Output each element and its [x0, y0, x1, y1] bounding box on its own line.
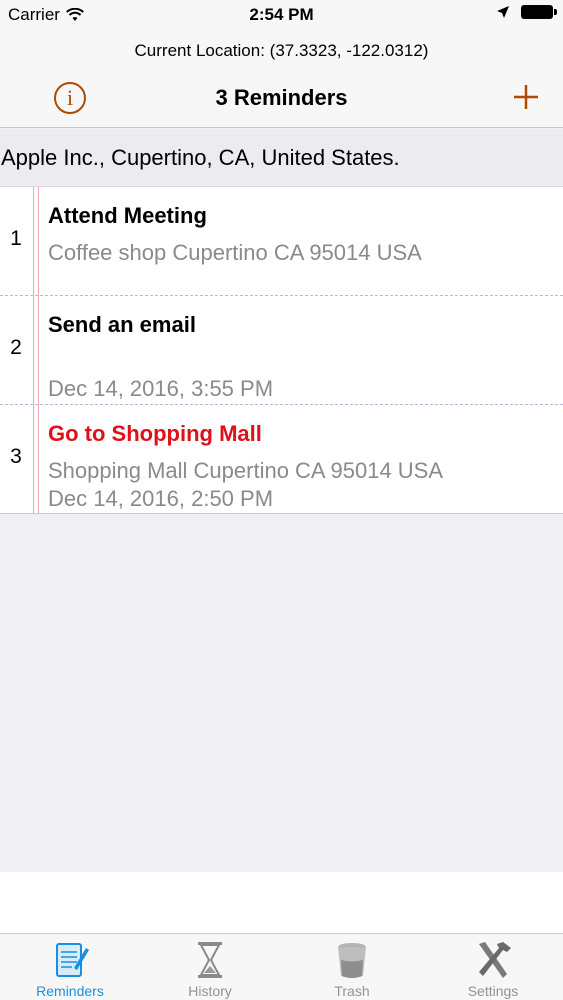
reminder-date: Dec 14, 2016, 2:50 PM: [48, 486, 274, 511]
tab-settings[interactable]: Settings: [423, 934, 563, 1000]
current-location-label: Current Location: (37.3323, -122.0312): [134, 41, 429, 60]
tab-bar: Reminders History Trash Settings: [0, 933, 563, 1000]
address-header: Apple Inc., Cupertino, CA, United States…: [0, 129, 563, 187]
wrench-hammer-icon: [479, 942, 511, 978]
trash-can-icon: [338, 943, 366, 978]
tab-trash[interactable]: Trash: [282, 934, 422, 1000]
add-reminder-button[interactable]: [510, 79, 542, 115]
reminder-date: Dec 14, 2016, 3:55 PM: [48, 376, 274, 401]
status-right: [497, 5, 557, 19]
location-arrow-icon: [497, 6, 509, 18]
reminder-title: Go to Shopping Mall: [48, 421, 262, 446]
notepad-pencil-icon: [56, 943, 89, 977]
reminder-number: 2: [10, 336, 22, 359]
reminder-location: Coffee shop Cupertino CA 95014 USA: [48, 240, 422, 265]
reminder-row[interactable]: 1 Attend Meeting Coffee shop Cupertino C…: [0, 187, 563, 296]
tab-label: Trash: [334, 983, 370, 999]
tab-label: Settings: [467, 983, 519, 999]
navigation-bar: Current Location: (37.3323, -122.0312) i…: [0, 30, 563, 128]
status-bar: Carrier 2:54 PM: [0, 0, 563, 30]
reminder-list: 1 Attend Meeting Coffee shop Cupertino C…: [0, 187, 563, 514]
tab-label: Reminders: [36, 983, 104, 999]
plus-icon: [514, 85, 538, 109]
reminder-row[interactable]: 2 Send an email Dec 14, 2016, 3:55 PM: [0, 296, 563, 405]
tab-history[interactable]: History: [140, 934, 280, 1000]
hourglass-icon: [198, 942, 222, 978]
content-footer: [0, 872, 563, 934]
reminder-number: 3: [10, 445, 22, 468]
battery-icon: [521, 5, 557, 19]
page-title: 3 Reminders: [215, 85, 348, 110]
clock: 2:54 PM: [249, 5, 314, 24]
reminder-title: Send an email: [48, 312, 196, 337]
tab-reminders[interactable]: Reminders: [0, 934, 140, 1000]
reminder-row[interactable]: 3 Go to Shopping Mall Shopping Mall Cupe…: [0, 405, 563, 514]
tab-label: History: [188, 983, 232, 999]
reminder-number: 1: [10, 227, 22, 250]
reminder-location: Shopping Mall Cupertino CA 95014 USA: [48, 458, 444, 483]
reminder-title: Attend Meeting: [48, 203, 207, 228]
